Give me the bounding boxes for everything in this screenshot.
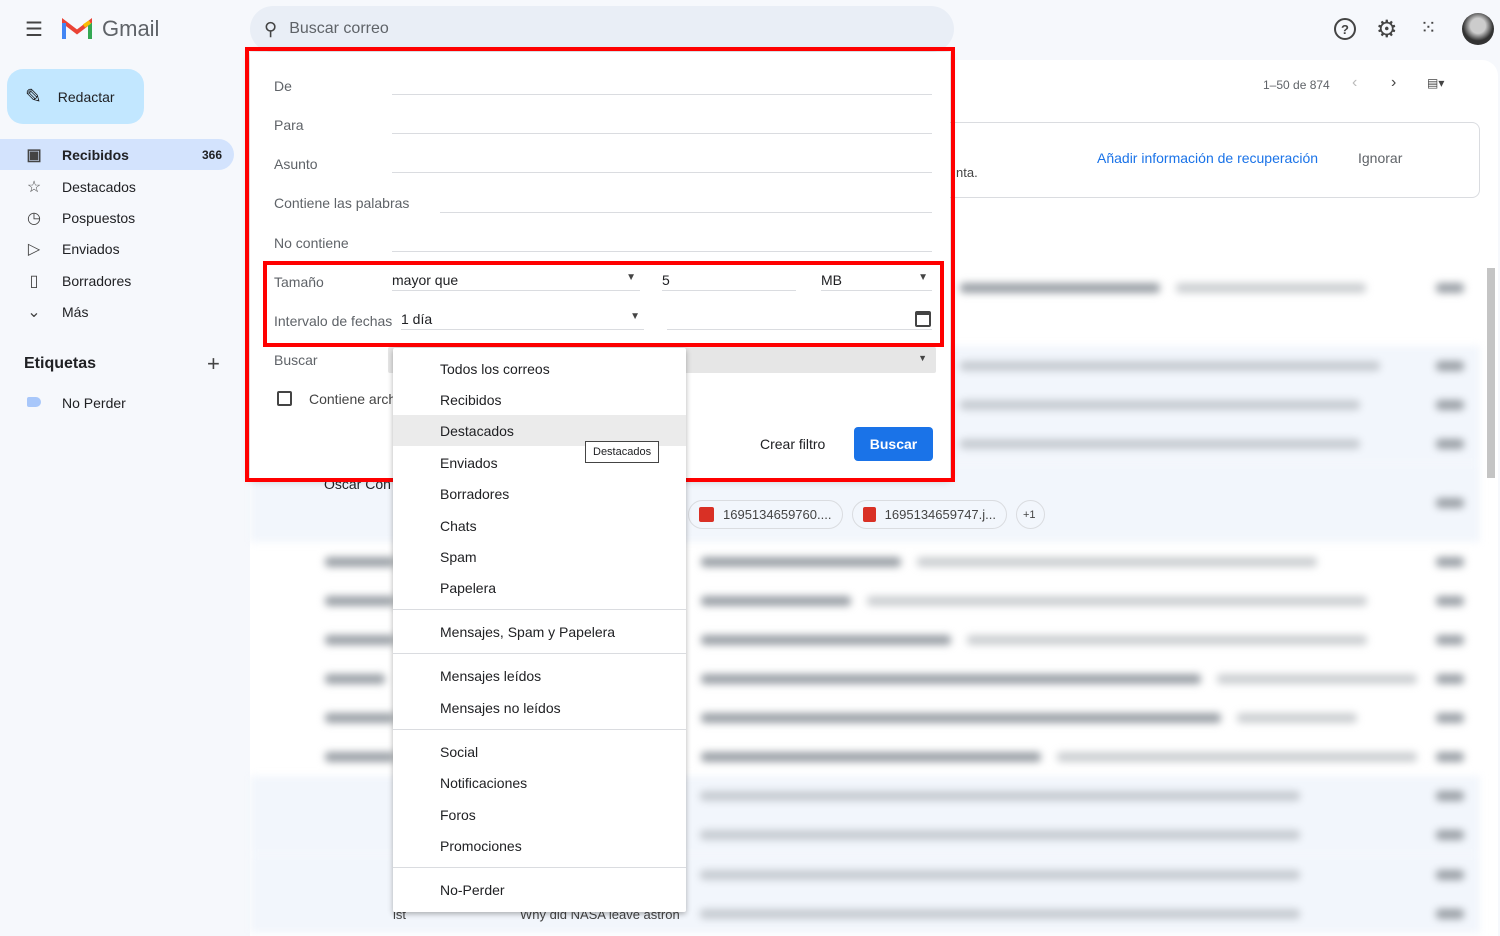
menu-item[interactable]: Borradores [393, 478, 686, 509]
gmail-logo[interactable]: Gmail [62, 16, 159, 42]
labels-title: Etiquetas [24, 355, 97, 372]
banner-text: nta. [956, 165, 978, 180]
gmail-m-icon [62, 17, 92, 39]
next-page-icon[interactable]: › [1391, 74, 1396, 92]
menu-item[interactable]: Papelera [393, 572, 686, 603]
unread-count: 366 [201, 147, 222, 162]
image-file-icon [863, 507, 876, 522]
menu-item[interactable]: Mensajes, Spam y Papelera [393, 616, 686, 647]
compose-button[interactable]: ✎ Redactar [7, 69, 144, 124]
menu-item[interactable]: No-Perder [393, 874, 686, 905]
attachment-name: 1695134659760.... [723, 507, 832, 522]
label-icon [24, 394, 44, 412]
app-name: Gmail [102, 16, 160, 41]
menu-item[interactable]: Mensajes no leídos [393, 692, 686, 723]
compose-label: Redactar [57, 88, 115, 105]
apps-grid-icon[interactable]: ⁙ [1420, 15, 1437, 40]
menu-item[interactable]: Spam [393, 541, 686, 572]
gear-icon[interactable]: ⚙ [1376, 15, 1398, 44]
menu-item[interactable]: Promociones [393, 830, 686, 861]
sidebar-item-label: Recibidos [62, 146, 129, 163]
attachment-chip[interactable]: 1695134659760.... [688, 500, 843, 529]
menu-item[interactable]: Social [393, 736, 686, 767]
sidebar-item-label: Destacados [62, 178, 136, 195]
add-label-icon[interactable]: + [207, 351, 220, 377]
draft-icon: ▯ [29, 272, 39, 290]
avatar[interactable] [1462, 13, 1494, 45]
help-icon[interactable]: ? [1334, 18, 1356, 40]
sidebar-item-label: No Perder [62, 394, 126, 411]
search-in-menu: Todos los correos Recibidos Destacados E… [393, 348, 686, 912]
sidebar-item-pospuestos[interactable]: ◷ Pospuestos [0, 202, 234, 233]
menu-divider [393, 609, 686, 610]
menu-item[interactable]: Recibidos [393, 384, 686, 415]
sidebar-item-label: Pospuestos [62, 209, 136, 226]
sidebar-label-no-perder[interactable]: No Perder [0, 387, 234, 418]
tooltip: Destacados [585, 441, 660, 463]
menu-item[interactable]: Mensajes leídos [393, 660, 686, 691]
sidebar-item-label: Enviados [62, 240, 120, 257]
sidebar-item-mas[interactable]: ⌄ Más [0, 296, 234, 327]
star-icon: ☆ [26, 178, 42, 196]
sidebar-item-borradores[interactable]: ▯ Borradores [0, 265, 234, 296]
image-file-icon [699, 507, 714, 522]
menu-item[interactable]: Notificaciones [393, 767, 686, 798]
send-icon: ▷ [27, 240, 41, 258]
sidebar-item-label: Más [62, 303, 89, 320]
clock-icon: ◷ [27, 209, 41, 227]
sidebar-item-recibidos[interactable]: ▣ Recibidos 366 [0, 139, 234, 170]
inbox-icon: ▣ [26, 146, 42, 164]
menu-icon[interactable]: ☰ [22, 18, 46, 41]
prev-page-icon[interactable]: ‹ [1352, 74, 1357, 92]
menu-divider [393, 653, 686, 654]
highlight-box-size-date [263, 261, 944, 347]
attachment-chip[interactable]: 1695134659747.j... [852, 500, 1007, 529]
ignore-button[interactable]: Ignorar [1358, 150, 1402, 166]
pencil-icon: ✎ [25, 86, 42, 108]
menu-item[interactable]: Todos los correos [393, 353, 686, 384]
search-icon[interactable]: ⚲ [264, 19, 277, 40]
search-bar[interactable]: ⚲ Buscar correo [250, 6, 954, 52]
menu-item[interactable]: Foros [393, 799, 686, 830]
scrollbar[interactable] [1487, 268, 1495, 478]
sidebar-item-label: Borradores [62, 272, 132, 289]
sidebar-item-destacados[interactable]: ☆ Destacados [0, 171, 234, 202]
menu-divider [393, 867, 686, 868]
search-input[interactable]: Buscar correo [289, 20, 389, 38]
menu-item[interactable]: Chats [393, 510, 686, 541]
attachment-name: 1695134659747.j... [884, 507, 996, 522]
pagination-text: 1–50 de 874 [1263, 78, 1330, 92]
sidebar-item-enviados[interactable]: ▷ Enviados [0, 233, 234, 264]
split-pane-icon[interactable]: ▤▾ [1427, 76, 1444, 90]
more-attachments-chip[interactable]: +1 [1016, 500, 1045, 529]
add-recovery-link[interactable]: Añadir información de recuperación [1097, 150, 1318, 166]
chevron-down-icon: ⌄ [27, 303, 41, 321]
menu-divider [393, 729, 686, 730]
